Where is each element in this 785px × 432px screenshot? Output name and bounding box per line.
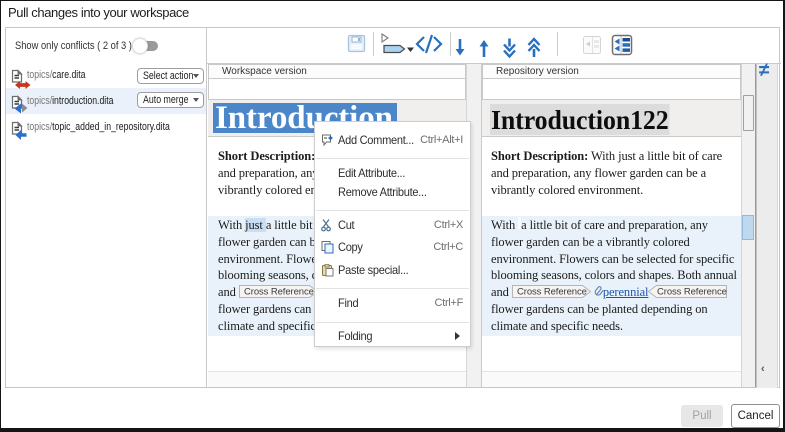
svg-text:Cross Reference: Cross Reference	[657, 287, 727, 298]
svg-text:Cross Reference: Cross Reference	[244, 287, 314, 298]
svg-text:Cross Reference: Cross Reference	[517, 287, 587, 298]
